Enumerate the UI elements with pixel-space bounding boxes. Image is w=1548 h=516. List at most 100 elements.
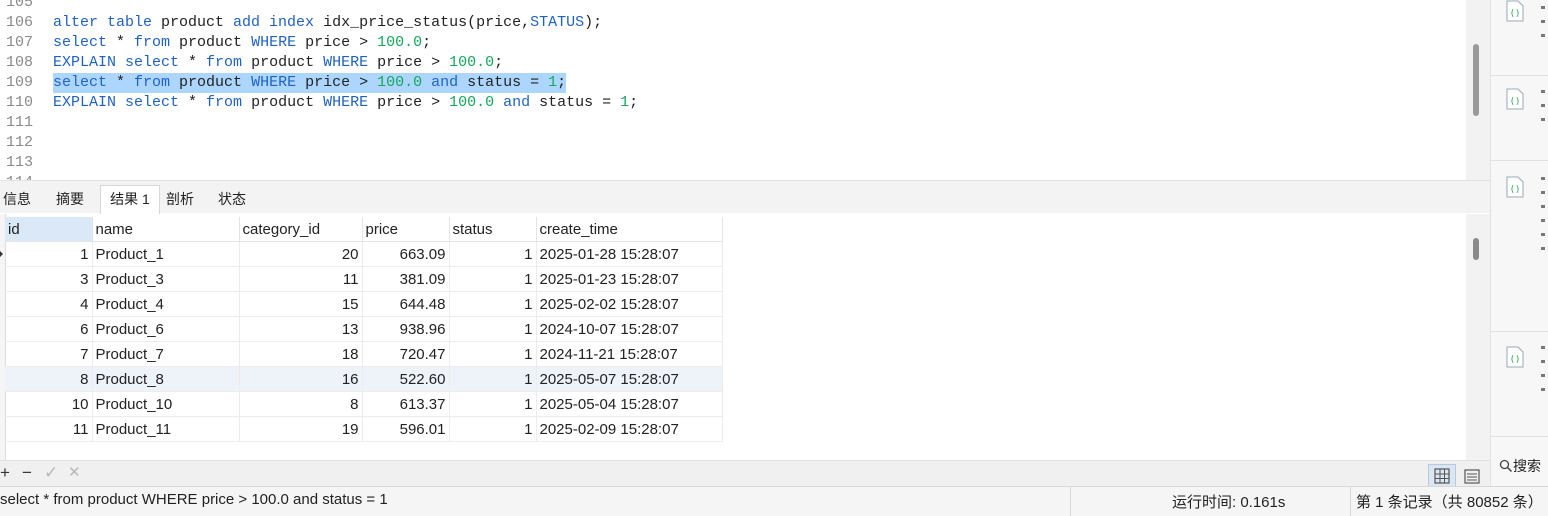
- tab-summary[interactable]: 摘要: [46, 186, 94, 212]
- list-item[interactable]: (): [1491, 0, 1548, 76]
- table-row[interactable]: 8 Product_8 16 522.60 1 2025-05-07 15:28:07: [5, 366, 723, 392]
- table-row[interactable]: 10 Product_10 8 613.37 1 2025-05-04 15:28:07: [5, 391, 723, 417]
- list-item[interactable]: (): [1491, 76, 1548, 161]
- table-cell[interactable]: Product_3: [92, 266, 240, 292]
- tab-info[interactable]: 信息: [0, 186, 34, 212]
- tab-status[interactable]: 状态: [204, 186, 260, 212]
- table-cell[interactable]: 15: [239, 291, 363, 317]
- code-token: alter table: [53, 14, 162, 31]
- table-row[interactable]: 3 Product_3 11 381.09 1 2025-01-23 15:28:07: [5, 266, 723, 292]
- table-cell[interactable]: 1: [449, 266, 537, 292]
- table-cell[interactable]: 11: [239, 266, 363, 292]
- table-cell[interactable]: 381.09: [362, 266, 450, 292]
- table-cell[interactable]: 20: [239, 241, 363, 267]
- table-cell[interactable]: 2025-01-23 15:28:07: [536, 266, 723, 292]
- table-cell[interactable]: 1: [449, 241, 537, 267]
- sql-editor[interactable]: 105 106 alter table product add index idx_…: [0, 0, 1466, 180]
- table-cell[interactable]: 2024-10-07 15:28:07: [536, 316, 723, 342]
- column-header-category-id[interactable]: category_id: [239, 217, 363, 242]
- column-header-price[interactable]: price: [362, 217, 450, 242]
- table-cell[interactable]: 6: [5, 316, 93, 342]
- query-file-icon: (): [1506, 346, 1524, 368]
- grid-view-button[interactable]: [1428, 464, 1456, 488]
- table-cell[interactable]: 8: [5, 366, 93, 392]
- table-cell[interactable]: 1: [449, 341, 537, 367]
- table-cell[interactable]: 720.47: [362, 341, 450, 367]
- table-cell[interactable]: 18: [239, 341, 363, 367]
- discard-changes-button[interactable]: ✕: [68, 462, 81, 484]
- search-field[interactable]: 搜索: [1499, 456, 1541, 476]
- add-record-button[interactable]: +: [0, 462, 10, 484]
- column-header-name[interactable]: name: [92, 217, 240, 242]
- table-cell[interactable]: 2025-05-07 15:28:07: [536, 366, 723, 392]
- editor-scrollbar[interactable]: [1466, 0, 1490, 180]
- table-header-row: id name category_id price status create_…: [5, 217, 723, 242]
- list-item[interactable]: (): [1491, 161, 1548, 332]
- table-cell[interactable]: 10: [5, 391, 93, 417]
- table-row[interactable]: 7 Product_7 18 720.47 1 2024-11-21 15:28:07: [5, 341, 723, 367]
- table-cell[interactable]: Product_4: [92, 291, 240, 317]
- line-number: 106: [6, 14, 34, 31]
- code-token: from: [134, 34, 180, 51]
- code-token: *: [188, 94, 207, 111]
- list-item[interactable]: (): [1491, 332, 1548, 437]
- table-cell[interactable]: 522.60: [362, 366, 450, 392]
- table-cell[interactable]: 663.09: [362, 241, 450, 267]
- table-cell[interactable]: 1: [5, 241, 93, 267]
- table-cell[interactable]: 2025-02-02 15:28:07: [536, 291, 723, 317]
- table-cell[interactable]: Product_6: [92, 316, 240, 342]
- table-cell[interactable]: 1: [449, 366, 537, 392]
- grid-view-icon: [1434, 468, 1450, 484]
- table-cell[interactable]: 938.96: [362, 316, 450, 342]
- code-token: EXPLAIN select: [53, 54, 189, 71]
- table-cell[interactable]: 596.01: [362, 416, 450, 442]
- table-row[interactable]: 1 Product_1 20 663.09 1 2025-01-28 15:28:07: [5, 241, 723, 267]
- code-token: WHERE: [323, 54, 378, 71]
- tab-profile[interactable]: 剖析: [158, 186, 202, 212]
- line-number: 109: [6, 74, 34, 91]
- table-cell[interactable]: Product_10: [92, 391, 240, 417]
- table-row[interactable]: 11 Product_11 19 596.01 1 2025-02-09 15:28:07: [5, 416, 723, 442]
- table-cell[interactable]: 1: [449, 391, 537, 417]
- grid-scrollbar-thumb[interactable]: [1473, 238, 1479, 260]
- table-cell[interactable]: 2025-01-28 15:28:07: [536, 241, 723, 267]
- tab-result-1[interactable]: 结果 1: [100, 185, 160, 214]
- table-cell[interactable]: 644.48: [362, 291, 450, 317]
- table-cell[interactable]: Product_8: [92, 366, 240, 392]
- table-cell[interactable]: 1: [449, 291, 537, 317]
- table-cell[interactable]: 613.37: [362, 391, 450, 417]
- table-cell[interactable]: Product_1: [92, 241, 240, 267]
- table-cell[interactable]: 2025-02-09 15:28:07: [536, 416, 723, 442]
- column-header-status[interactable]: status: [449, 217, 537, 242]
- table-cell[interactable]: 2025-05-04 15:28:07: [536, 391, 723, 417]
- table-cell[interactable]: 7: [5, 341, 93, 367]
- table-row[interactable]: 6 Product_6 13 938.96 1 2024-10-07 15:28:07: [5, 316, 723, 342]
- form-view-button[interactable]: [1458, 464, 1486, 488]
- table-cell[interactable]: 11: [5, 416, 93, 442]
- column-header-id[interactable]: id: [5, 217, 93, 242]
- table-cell[interactable]: 2024-11-21 15:28:07: [536, 341, 723, 367]
- line-number: 113: [6, 154, 34, 171]
- apply-changes-button[interactable]: ✓: [44, 462, 58, 484]
- table-cell[interactable]: 16: [239, 366, 363, 392]
- table-cell[interactable]: 3: [5, 266, 93, 292]
- editor-scrollbar-thumb[interactable]: [1473, 44, 1479, 116]
- code-token: WHERE: [251, 34, 306, 51]
- editor-line: 109 select * from product WHERE price > 1…: [0, 73, 1460, 93]
- code-token: price >: [377, 54, 450, 71]
- grid-scrollbar[interactable]: [1466, 214, 1490, 460]
- delete-record-button[interactable]: −: [22, 462, 32, 484]
- table-cell[interactable]: 8: [239, 391, 363, 417]
- table-cell[interactable]: Product_7: [92, 341, 240, 367]
- code-token: select: [53, 34, 117, 51]
- table-cell[interactable]: Product_11: [92, 416, 240, 442]
- code-token: and: [431, 74, 468, 91]
- table-cell[interactable]: 1: [449, 316, 537, 342]
- table-cell[interactable]: 13: [239, 316, 363, 342]
- table-cell[interactable]: 1: [449, 416, 537, 442]
- line-number: 111: [6, 114, 34, 131]
- table-cell[interactable]: 4: [5, 291, 93, 317]
- table-cell[interactable]: 19: [239, 416, 363, 442]
- table-row[interactable]: 4 Product_4 15 644.48 1 2025-02-02 15:28:07: [5, 291, 723, 317]
- column-header-create-time[interactable]: create_time: [536, 217, 723, 242]
